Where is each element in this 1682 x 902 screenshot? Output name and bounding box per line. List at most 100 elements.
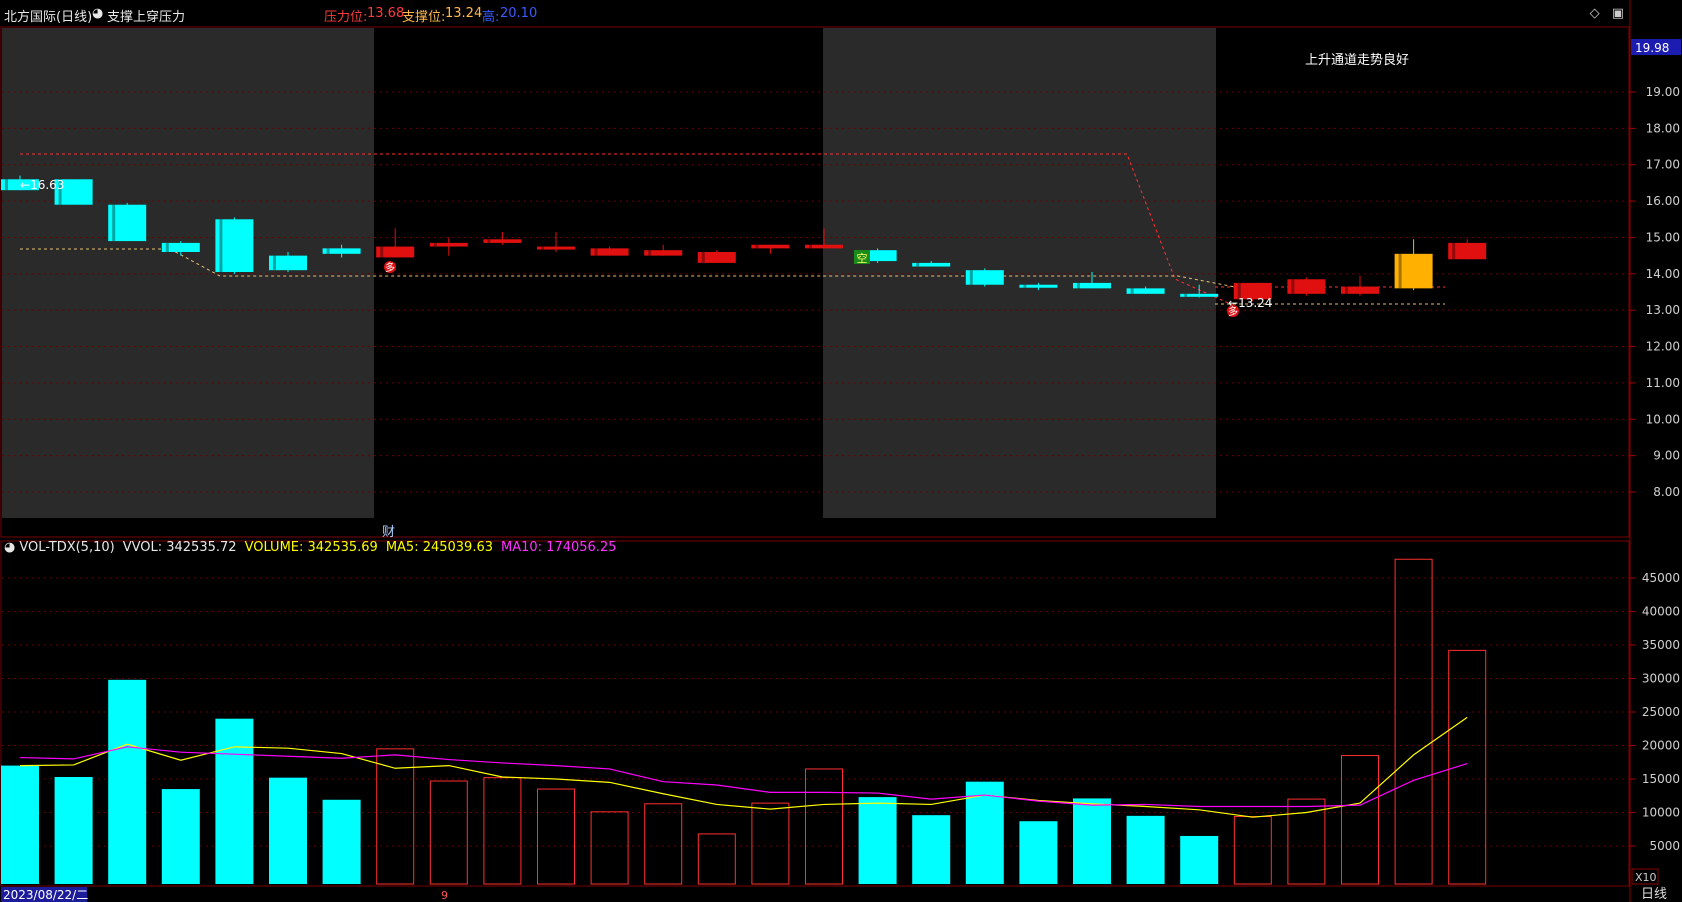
top-right-icons: ◇ ▣ [1582, 6, 1624, 21]
price-tick-label: 18.00 [1646, 121, 1680, 135]
shade-region-2 [823, 28, 1216, 518]
diamond-icon[interactable]: ◇ [1590, 6, 1600, 21]
low-price-label: ←13.24 [1228, 296, 1272, 310]
volume-tick-label: 10000 [1642, 806, 1680, 820]
volume-toggle-icon[interactable]: ◕ [4, 540, 15, 555]
volume-bar[interactable] [697, 833, 736, 885]
ma10-label: MA10: 174056.25 [501, 540, 617, 555]
candle-shade [433, 242, 437, 247]
candle-shade [1077, 282, 1080, 289]
volume-bar[interactable] [1233, 816, 1272, 885]
period-label[interactable]: 日线 [1641, 887, 1667, 902]
candle-shade [755, 244, 759, 249]
window-icon[interactable]: ▣ [1612, 6, 1624, 21]
candle-shade [1452, 242, 1456, 260]
volume-bar[interactable] [1394, 558, 1433, 885]
pressure-value: 13.68 [367, 6, 405, 21]
volume-bar[interactable] [1180, 835, 1219, 884]
volume-tick-label: 45000 [1642, 571, 1680, 585]
candle-shade [1291, 279, 1295, 294]
candle-shade [701, 252, 705, 263]
candle-shade [648, 250, 652, 256]
volume-bar[interactable] [537, 788, 575, 885]
volume-bar[interactable] [1341, 755, 1379, 885]
volume-tick-label: 5000 [1649, 839, 1680, 853]
volume-tick-label: 15000 [1642, 772, 1680, 786]
price-tick-label: 16.00 [1646, 194, 1680, 208]
candle-shade [969, 270, 973, 285]
current-price-label: 19.98 [1635, 41, 1669, 55]
volume-axis: 45000 40000 35000 30000 25000 20000 15000 10000… [1630, 571, 1680, 853]
bottom-marker: 9 [441, 889, 448, 902]
high-price-label: ←16.63 [20, 178, 64, 192]
candle-shade [273, 255, 276, 271]
candle-shade [112, 204, 116, 242]
date-label: 2023/08/22/二 [3, 888, 88, 902]
volume-label: VOLUME: 342535.69 [244, 540, 378, 555]
price-tick-label: 12.00 [1646, 340, 1680, 354]
volume-bar[interactable] [108, 679, 147, 884]
price-tick-label: 9.00 [1653, 449, 1680, 463]
candle-shade [1130, 288, 1134, 294]
volume-indicator-name[interactable]: VOL-TDX(5,10) [19, 540, 114, 555]
vvol-label: VVOL: 342535.72 [122, 540, 237, 555]
price-tick-label: 14.00 [1646, 267, 1680, 281]
candle-shade [165, 242, 169, 252]
volume-bar[interactable] [269, 777, 307, 884]
volume-bar[interactable] [1287, 798, 1326, 885]
volume-bar[interactable] [54, 776, 93, 884]
candle-shade [380, 246, 384, 258]
candle-shade [916, 262, 920, 267]
support-value: 13.24 [445, 6, 483, 21]
price-tick-label: 10.00 [1646, 412, 1680, 426]
volume-bar[interactable] [215, 718, 254, 884]
volume-bar[interactable] [644, 803, 683, 885]
price-tick-label: 13.00 [1646, 303, 1680, 317]
volume-tick-label: 25000 [1642, 705, 1680, 719]
finance-marker[interactable]: 财 [382, 525, 395, 540]
indicator-name[interactable]: 支撑上穿压力 [107, 6, 185, 25]
candle-shade [1345, 286, 1348, 294]
candle-shade [594, 248, 598, 256]
price-tick-label: 19.00 [1646, 85, 1680, 99]
volume-bar[interactable] [429, 780, 468, 885]
pressure-label: 压力位: [324, 10, 368, 25]
volume-tick-label: 35000 [1642, 638, 1680, 652]
volume-bar[interactable] [1126, 815, 1165, 884]
candle-shade [1398, 253, 1402, 289]
volume-unit-label: X10 [1635, 871, 1657, 884]
price-axis: 19.00 18.00 17.00 16.00 15.00 14.00 13.00 12.00… [1630, 85, 1680, 499]
volume-bar[interactable] [376, 748, 415, 885]
candle-shade [1184, 293, 1188, 297]
candle-shade [219, 219, 223, 272]
chart-header: 北方国际(日线) ◕ 支撑上穿压力 压力位: 13.68 支撑位: 13.24 … [0, 0, 1682, 26]
volume-bar[interactable] [751, 802, 790, 885]
volume-tick-label: 20000 [1642, 739, 1680, 753]
volume-bar[interactable] [1073, 798, 1111, 884]
price-tick-label: 17.00 [1646, 158, 1680, 172]
high-value: 20.10 [500, 6, 538, 21]
volume-bar[interactable] [161, 789, 200, 884]
volume-bar[interactable] [912, 815, 951, 884]
price-tick-label: 15.00 [1646, 230, 1680, 244]
indicator-toggle-icon[interactable]: ◕ [92, 6, 103, 21]
volume-header: ◕ VOL-TDX(5,10) VVOL: 342535.72 VOLUME: 342… [0, 540, 624, 558]
volume-bar[interactable] [483, 777, 522, 885]
stock-chart[interactable]: 多 空 多 ←16.63 ←13.24 财 上升通道走势良好 19.0018.0… [0, 0, 1682, 902]
volume-bar[interactable] [1019, 821, 1058, 884]
signal-label-a: 多 [385, 261, 395, 274]
volume-bar[interactable] [1, 765, 39, 884]
volume-bar[interactable] [590, 811, 629, 885]
price-tick-label: 8.00 [1653, 485, 1680, 499]
volume-tick-label: 30000 [1642, 672, 1680, 686]
support-label: 支撑位: [402, 10, 446, 25]
candle-shade [809, 244, 812, 249]
volume-bar[interactable] [322, 799, 361, 884]
signal-label-b: 空 [857, 251, 868, 265]
volume-bar[interactable] [805, 768, 843, 885]
volume-bar[interactable] [858, 797, 897, 884]
stock-title[interactable]: 北方国际(日线) [4, 6, 92, 25]
high-label: 高: [482, 10, 500, 25]
shade-region-1 [2, 28, 374, 518]
volume-bars-group [1, 558, 1487, 885]
